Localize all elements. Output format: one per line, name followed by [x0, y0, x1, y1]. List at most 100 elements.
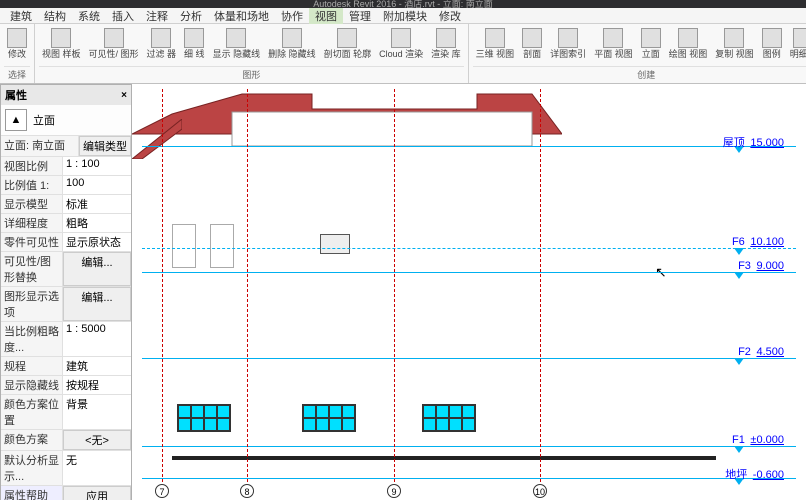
menu-建筑[interactable]: 建筑 — [4, 8, 38, 24]
property-value[interactable]: <无> — [63, 430, 131, 450]
property-value[interactable]: 100 — [63, 176, 131, 194]
draft-icon — [678, 28, 698, 48]
ribbon-thin-button[interactable]: 细 线 — [181, 26, 208, 61]
ribbon-label: 细 线 — [184, 49, 205, 59]
menu-注释[interactable]: 注释 — [140, 8, 174, 24]
menu-插入[interactable]: 插入 — [106, 8, 140, 24]
property-row: 图形显示选项编辑... — [1, 286, 131, 321]
property-row: 显示隐藏线按规程 — [1, 375, 131, 394]
left-panel-stack: 属性 × ▲ 立面 立面: 南立面 编辑类型 视图比例1 : 100比例值 1:… — [0, 84, 132, 500]
ribbon-tmpl-button[interactable]: 视图 样板 — [39, 26, 84, 61]
level-label-F1[interactable]: F1 ±0.000 — [732, 434, 784, 446]
level-label-地坪[interactable]: 地坪 -0.600 — [725, 466, 784, 482]
ribbon-leg-button[interactable]: 图例 — [759, 26, 785, 61]
workspace: 属性 × ▲ 立面 立面: 南立面 编辑类型 视图比例1 : 100比例值 1:… — [0, 84, 806, 500]
menu-bar: 建筑结构系统插入注释分析体量和场地协作视图管理附加模块修改 — [0, 8, 806, 24]
property-row: 可见性/图形替换编辑... — [1, 251, 131, 286]
property-key: 显示模型 — [1, 195, 63, 213]
apply-button[interactable]: 应用 — [63, 486, 131, 500]
ribbon-3d-button[interactable]: 三维 视图 — [473, 26, 518, 61]
property-value[interactable]: 无 — [63, 451, 131, 485]
property-value[interactable]: 背景 — [63, 395, 131, 429]
level-line-F2[interactable] — [142, 358, 796, 359]
elevation-icon: ▲ — [5, 109, 27, 131]
ribbon-elev-button[interactable]: 立面 — [638, 26, 664, 61]
ribbon-label: 详图索引 — [550, 49, 586, 59]
close-icon[interactable]: × — [121, 90, 127, 101]
instance-selector[interactable]: 立面: 南立面 — [1, 136, 79, 156]
ribbon-label: 剖切面 轮廓 — [324, 49, 372, 59]
grid-line-8[interactable] — [247, 89, 248, 482]
ribbon-sec-button[interactable]: 剖面 — [519, 26, 545, 61]
ribbon-cloud-button[interactable]: Cloud 渲染 — [376, 26, 426, 61]
menu-附加模块[interactable]: 附加模块 — [377, 8, 433, 24]
object-outline — [210, 224, 234, 268]
property-value[interactable]: 建筑 — [63, 357, 131, 375]
grid-line-7[interactable] — [162, 89, 163, 482]
instance-selector-row: 立面: 南立面 编辑类型 — [1, 135, 131, 156]
property-key: 规程 — [1, 357, 63, 375]
property-key: 当比例粗略度... — [1, 322, 63, 356]
property-row: 颜色方案<无> — [1, 429, 131, 450]
grid-bubble-10[interactable]: 10 — [533, 484, 547, 498]
ribbon-filter-button[interactable]: 过滤 器 — [144, 26, 180, 61]
property-row: 视图比例1 : 100 — [1, 156, 131, 175]
level-label-F6[interactable]: F6 10.100 — [732, 236, 784, 248]
ribbon-cursor-button[interactable]: 修改 — [4, 26, 30, 61]
grid-bubble-9[interactable]: 9 — [387, 484, 401, 498]
property-key: 颜色方案 — [1, 430, 63, 450]
level-line-地坪[interactable] — [142, 478, 796, 479]
call-icon — [558, 28, 578, 48]
property-value[interactable]: 按规程 — [63, 376, 131, 394]
menu-分析[interactable]: 分析 — [174, 8, 208, 24]
level-line-F3[interactable] — [142, 272, 796, 273]
ribbon-del-button[interactable]: 删除 隐藏线 — [265, 26, 319, 61]
level-label-F3[interactable]: F3 9.000 — [738, 260, 784, 272]
ribbon-show-button[interactable]: 显示 隐藏线 — [210, 26, 264, 61]
property-row: 详细程度粗略 — [1, 213, 131, 232]
menu-修改[interactable]: 修改 — [433, 8, 467, 24]
menu-结构[interactable]: 结构 — [38, 8, 72, 24]
ribbon-group-选择: 修改选择 — [0, 24, 35, 83]
menu-协作[interactable]: 协作 — [275, 8, 309, 24]
property-value[interactable]: 显示原状态 — [63, 233, 131, 251]
property-value[interactable]: 1 : 100 — [63, 157, 131, 175]
level-label-屋顶[interactable]: 屋顶 15.000 — [723, 134, 784, 150]
property-value[interactable]: 粗略 — [63, 214, 131, 232]
menu-视图[interactable]: 视图 — [309, 8, 343, 24]
property-value[interactable]: 标准 — [63, 195, 131, 213]
properties-type-selector[interactable]: ▲ 立面 — [1, 105, 131, 135]
level-line-F1[interactable] — [142, 446, 796, 447]
grid-line-10[interactable] — [540, 89, 541, 482]
menu-体量和场地[interactable]: 体量和场地 — [208, 8, 275, 24]
property-key: 显示隐藏线 — [1, 376, 63, 394]
ribbon-draft-button[interactable]: 绘图 视图 — [666, 26, 711, 61]
grid-bubble-8[interactable]: 8 — [240, 484, 254, 498]
properties-help-link[interactable]: 属性帮助 — [1, 486, 63, 500]
menu-管理[interactable]: 管理 — [343, 8, 377, 24]
tmpl-icon — [51, 28, 71, 48]
menu-系统[interactable]: 系统 — [72, 8, 106, 24]
ribbon-sched-button[interactable]: 明细表 — [787, 26, 806, 61]
ribbon-dup-button[interactable]: 复制 视图 — [712, 26, 757, 61]
ribbon-group-label: 创建 — [473, 66, 806, 81]
grid-bubble-7[interactable]: 7 — [155, 484, 169, 498]
property-row: 比例值 1:100 — [1, 175, 131, 194]
property-value[interactable]: 编辑... — [63, 252, 131, 286]
ribbon-plan-button[interactable]: 平面 视图 — [591, 26, 636, 61]
grid-line-9[interactable] — [394, 89, 395, 482]
level-line-屋顶[interactable] — [142, 146, 796, 147]
property-value[interactable]: 编辑... — [63, 287, 131, 321]
object-outline — [320, 234, 350, 254]
ribbon-call-button[interactable]: 详图索引 — [547, 26, 589, 61]
property-row: 当比例粗略度...1 : 5000 — [1, 321, 131, 356]
ribbon-cut-button[interactable]: 剖切面 轮廓 — [321, 26, 375, 61]
level-label-F2[interactable]: F2 4.500 — [738, 346, 784, 358]
dup-icon — [724, 28, 744, 48]
ribbon-vis-button[interactable]: 可见性/ 图形 — [86, 26, 142, 61]
edit-type-button[interactable]: 编辑类型 — [79, 136, 131, 156]
ribbon-lib-button[interactable]: 渲染 库 — [428, 26, 464, 61]
property-value[interactable]: 1 : 5000 — [63, 322, 131, 356]
drawing-canvas[interactable]: ↖ 屋顶 15.000F6 10.100F3 9.000F2 4.500F1 ±… — [132, 84, 806, 500]
level-line-F6[interactable] — [142, 248, 796, 249]
